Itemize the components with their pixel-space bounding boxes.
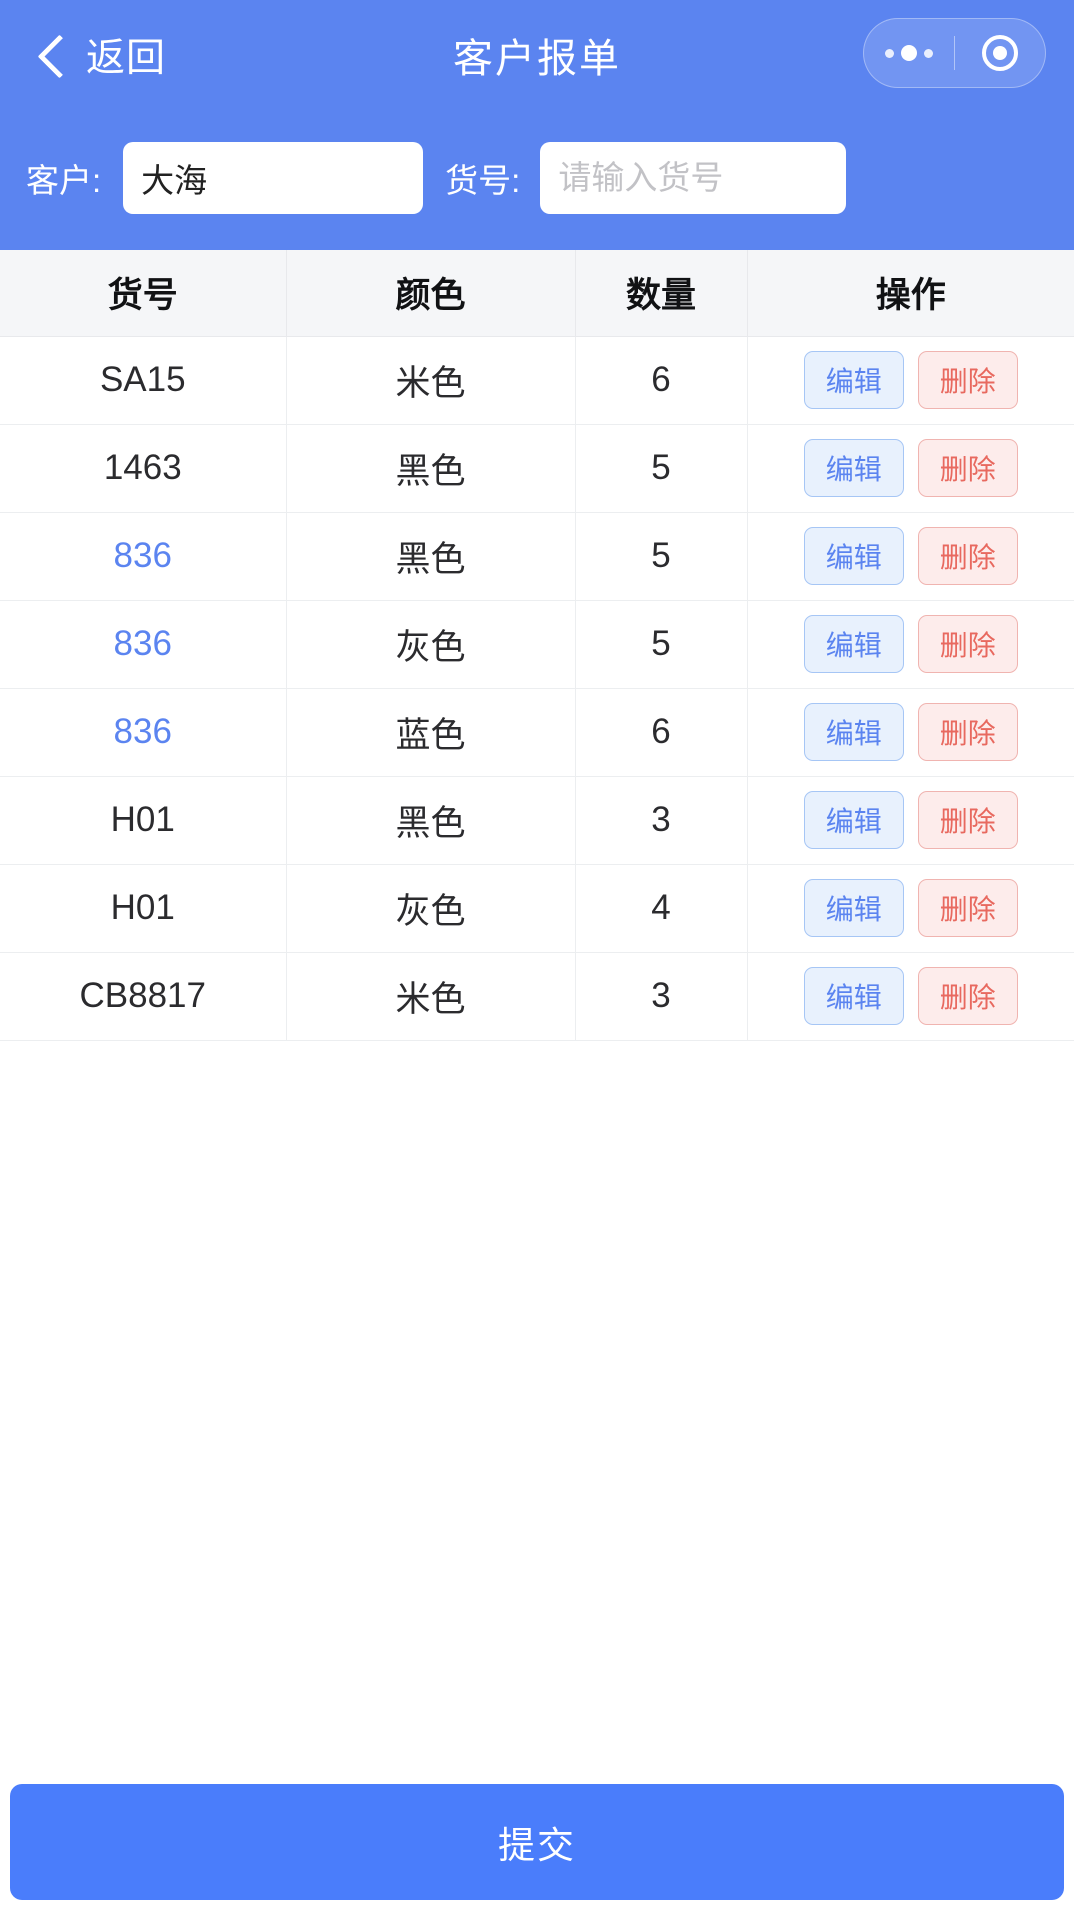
cell-code: 1463	[0, 424, 287, 513]
customer-input[interactable]	[123, 142, 424, 214]
target-circle-icon	[982, 35, 1018, 71]
submit-button[interactable]: 提交	[10, 1784, 1064, 1900]
table-row: SA15 米色 6 编辑 删除	[0, 336, 1074, 425]
code-field-group: 货号:	[445, 142, 847, 214]
edit-button[interactable]: 编辑	[803, 879, 904, 937]
cell-color: 黑色	[286, 424, 576, 513]
footer-bar: 提交	[0, 1784, 1074, 1914]
table-row: 1463 黑色 5 编辑 删除	[0, 424, 1074, 513]
cell-color: 蓝色	[286, 688, 576, 777]
cell-quantity: 5	[575, 600, 748, 689]
cell-code: SA15	[0, 336, 287, 425]
delete-button[interactable]: 删除	[917, 527, 1018, 585]
column-header-code: 货号	[0, 250, 287, 337]
table-header-row: 货号 颜色 数量 操作	[0, 250, 1074, 337]
edit-button[interactable]: 编辑	[803, 351, 904, 409]
delete-button[interactable]: 删除	[917, 703, 1018, 761]
miniprogram-capsule	[863, 18, 1046, 88]
table-row: H01 灰色 4 编辑 删除	[0, 864, 1074, 953]
edit-button[interactable]: 编辑	[803, 703, 904, 761]
chevron-left-icon	[38, 33, 68, 77]
navbar-top-row: 返回 客户报单	[0, 0, 1074, 110]
cell-quantity: 5	[575, 512, 748, 601]
filter-bar: 客户: 货号:	[0, 136, 1074, 220]
delete-button[interactable]: 删除	[917, 967, 1018, 1025]
cell-color: 米色	[286, 336, 576, 425]
delete-button[interactable]: 删除	[917, 615, 1018, 673]
cell-quantity: 6	[575, 688, 748, 777]
cell-quantity: 3	[575, 776, 748, 865]
cell-color: 灰色	[286, 600, 576, 689]
cell-quantity: 5	[575, 424, 748, 513]
edit-button[interactable]: 编辑	[803, 527, 904, 585]
customer-field-group: 客户:	[26, 142, 424, 214]
edit-button[interactable]: 编辑	[803, 791, 904, 849]
cell-actions: 编辑 删除	[747, 600, 1074, 689]
column-header-action: 操作	[747, 250, 1074, 337]
close-miniprogram-button[interactable]	[955, 35, 1045, 71]
customer-label: 客户:	[26, 162, 102, 199]
action-button-group: 编辑 删除	[748, 527, 1074, 585]
cell-actions: 编辑 删除	[747, 512, 1074, 601]
cell-quantity: 3	[575, 952, 748, 1041]
navigation-bar: 返回 客户报单 客户: 货号:	[0, 0, 1074, 250]
action-button-group: 编辑 删除	[748, 879, 1074, 937]
table-header: 货号 颜色 数量 操作	[0, 250, 1074, 337]
delete-button[interactable]: 删除	[917, 791, 1018, 849]
back-button[interactable]: 返回	[38, 27, 166, 83]
cell-actions: 编辑 删除	[747, 336, 1074, 425]
action-button-group: 编辑 删除	[748, 791, 1074, 849]
cell-code[interactable]: 836	[0, 688, 287, 777]
table-row: 836 灰色 5 编辑 删除	[0, 600, 1074, 689]
cell-actions: 编辑 删除	[747, 776, 1074, 865]
cell-color: 灰色	[286, 864, 576, 953]
cell-code[interactable]: 836	[0, 600, 287, 689]
table-row: 836 黑色 5 编辑 删除	[0, 512, 1074, 601]
edit-button[interactable]: 编辑	[803, 439, 904, 497]
cell-actions: 编辑 删除	[747, 688, 1074, 777]
cell-actions: 编辑 删除	[747, 864, 1074, 953]
delete-button[interactable]: 删除	[917, 879, 1018, 937]
more-dots-icon	[885, 45, 933, 61]
action-button-group: 编辑 删除	[748, 967, 1074, 1025]
cell-actions: 编辑 删除	[747, 424, 1074, 513]
cell-quantity: 4	[575, 864, 748, 953]
cell-quantity: 6	[575, 336, 748, 425]
edit-button[interactable]: 编辑	[803, 615, 904, 673]
action-button-group: 编辑 删除	[748, 615, 1074, 673]
edit-button[interactable]: 编辑	[803, 967, 904, 1025]
more-menu-button[interactable]	[864, 45, 954, 61]
code-input[interactable]	[540, 142, 847, 214]
cell-code: H01	[0, 776, 287, 865]
cell-color: 黑色	[286, 512, 576, 601]
action-button-group: 编辑 删除	[748, 703, 1074, 761]
action-button-group: 编辑 删除	[748, 439, 1074, 497]
page-root: 返回 客户报单 客户: 货号:	[0, 0, 1074, 1914]
table-row: CB8817 米色 3 编辑 删除	[0, 952, 1074, 1041]
cell-code: H01	[0, 864, 287, 953]
table-row: H01 黑色 3 编辑 删除	[0, 776, 1074, 865]
cell-color: 米色	[286, 952, 576, 1041]
action-button-group: 编辑 删除	[748, 351, 1074, 409]
order-table: 货号 颜色 数量 操作 SA15 米色 6 编辑 删除 1463 黑色 5 编辑 删除 836 黑色 5…	[0, 250, 1074, 1041]
cell-code: CB8817	[0, 952, 287, 1041]
code-label: 货号:	[445, 162, 521, 199]
cell-code[interactable]: 836	[0, 512, 287, 601]
cell-color: 黑色	[286, 776, 576, 865]
column-header-qty: 数量	[575, 250, 748, 337]
order-table-container: 货号 颜色 数量 操作 SA15 米色 6 编辑 删除 1463 黑色 5 编辑 删除 836 黑色 5…	[0, 250, 1074, 1784]
table-row: 836 蓝色 6 编辑 删除	[0, 688, 1074, 777]
delete-button[interactable]: 删除	[917, 439, 1018, 497]
table-body: SA15 米色 6 编辑 删除 1463 黑色 5 编辑 删除 836 黑色 5 编辑 删除 836 灰色 5 编辑…	[0, 336, 1074, 1041]
back-button-label: 返回	[86, 37, 167, 80]
cell-actions: 编辑 删除	[747, 952, 1074, 1041]
column-header-color: 颜色	[286, 250, 576, 337]
delete-button[interactable]: 删除	[917, 351, 1018, 409]
